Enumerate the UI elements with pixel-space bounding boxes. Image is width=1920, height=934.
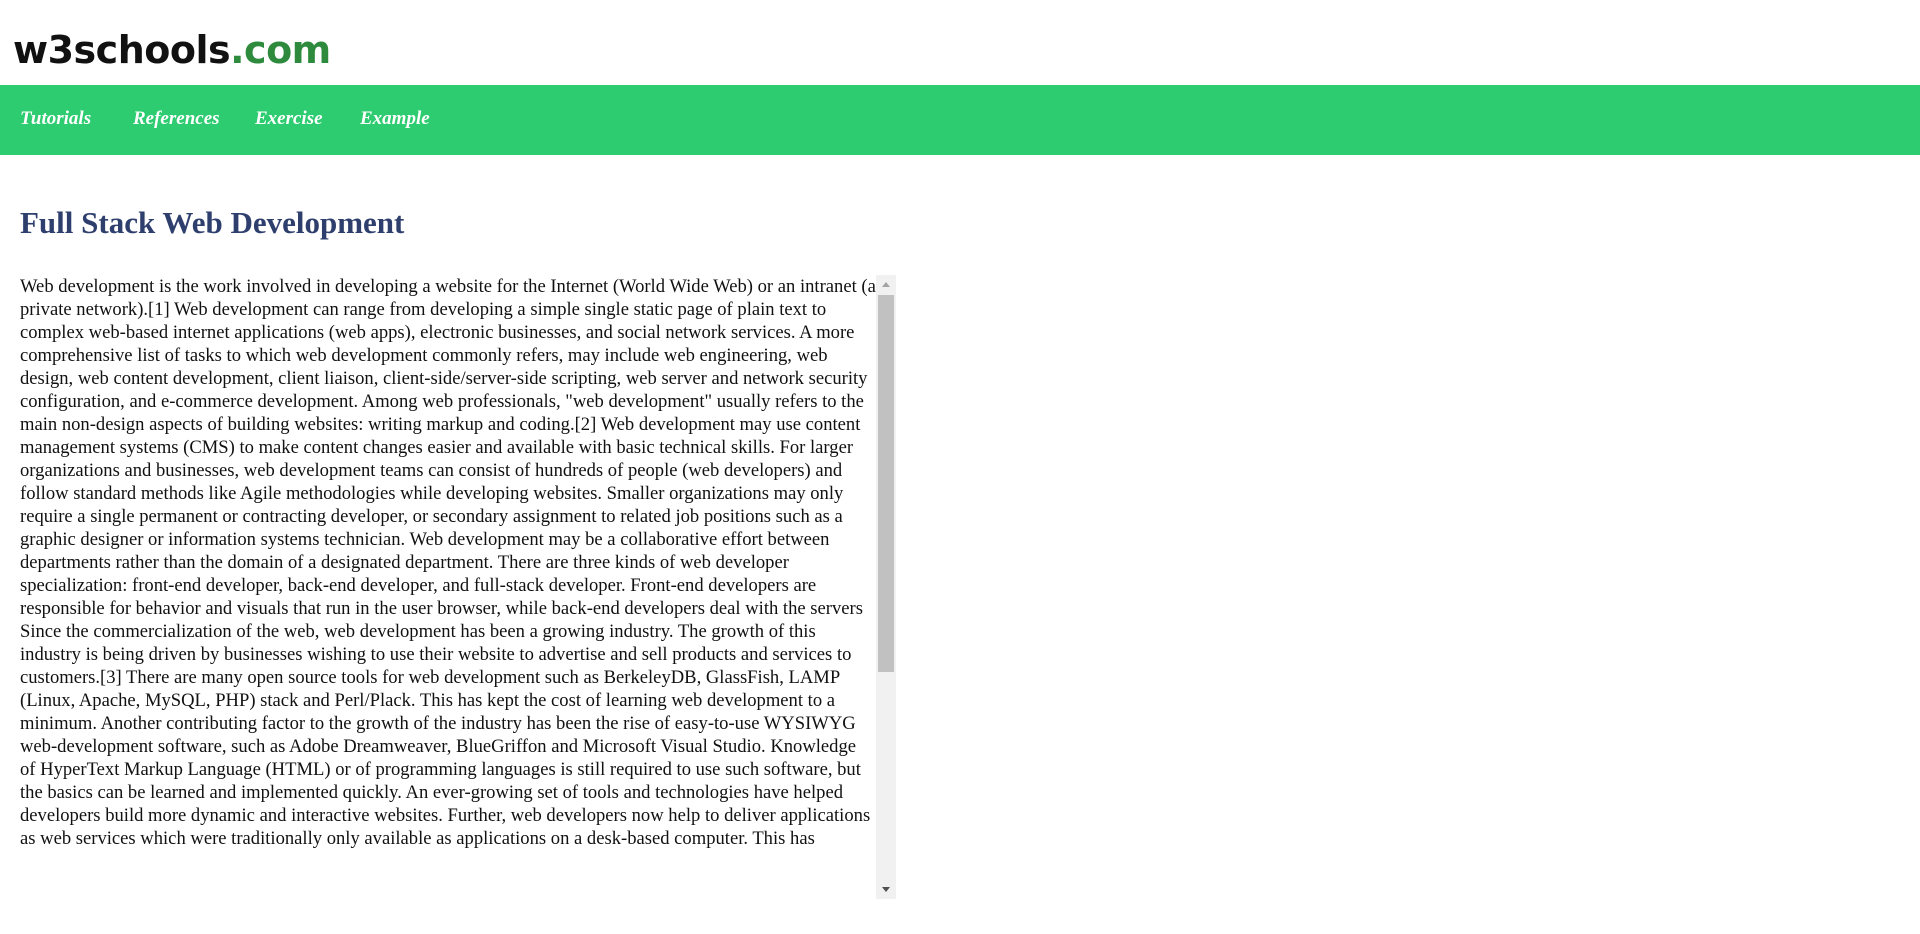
logo-accent-text: .com	[230, 28, 331, 72]
main-navbar: Tutorials References Exercise Example	[0, 85, 1920, 155]
site-logo[interactable]: w3schools.com	[13, 26, 331, 74]
vertical-scrollbar[interactable]	[876, 275, 896, 899]
logo-text: w3schools	[13, 28, 231, 72]
scroll-up-arrow-icon[interactable]	[876, 275, 896, 295]
scrollbar-thumb[interactable]	[878, 295, 894, 672]
nav-link-references[interactable]: References	[133, 85, 220, 155]
article-body: Web development is the work involved in …	[20, 276, 876, 849]
nav-link-tutorials[interactable]: Tutorials	[20, 85, 91, 155]
content-scroll-box[interactable]: Web development is the work involved in …	[20, 275, 896, 899]
nav-link-example[interactable]: Example	[360, 85, 430, 155]
scroll-down-arrow-icon[interactable]	[876, 879, 896, 899]
page-title: Full Stack Web Development	[20, 205, 405, 240]
nav-link-exercise[interactable]: Exercise	[255, 85, 323, 155]
